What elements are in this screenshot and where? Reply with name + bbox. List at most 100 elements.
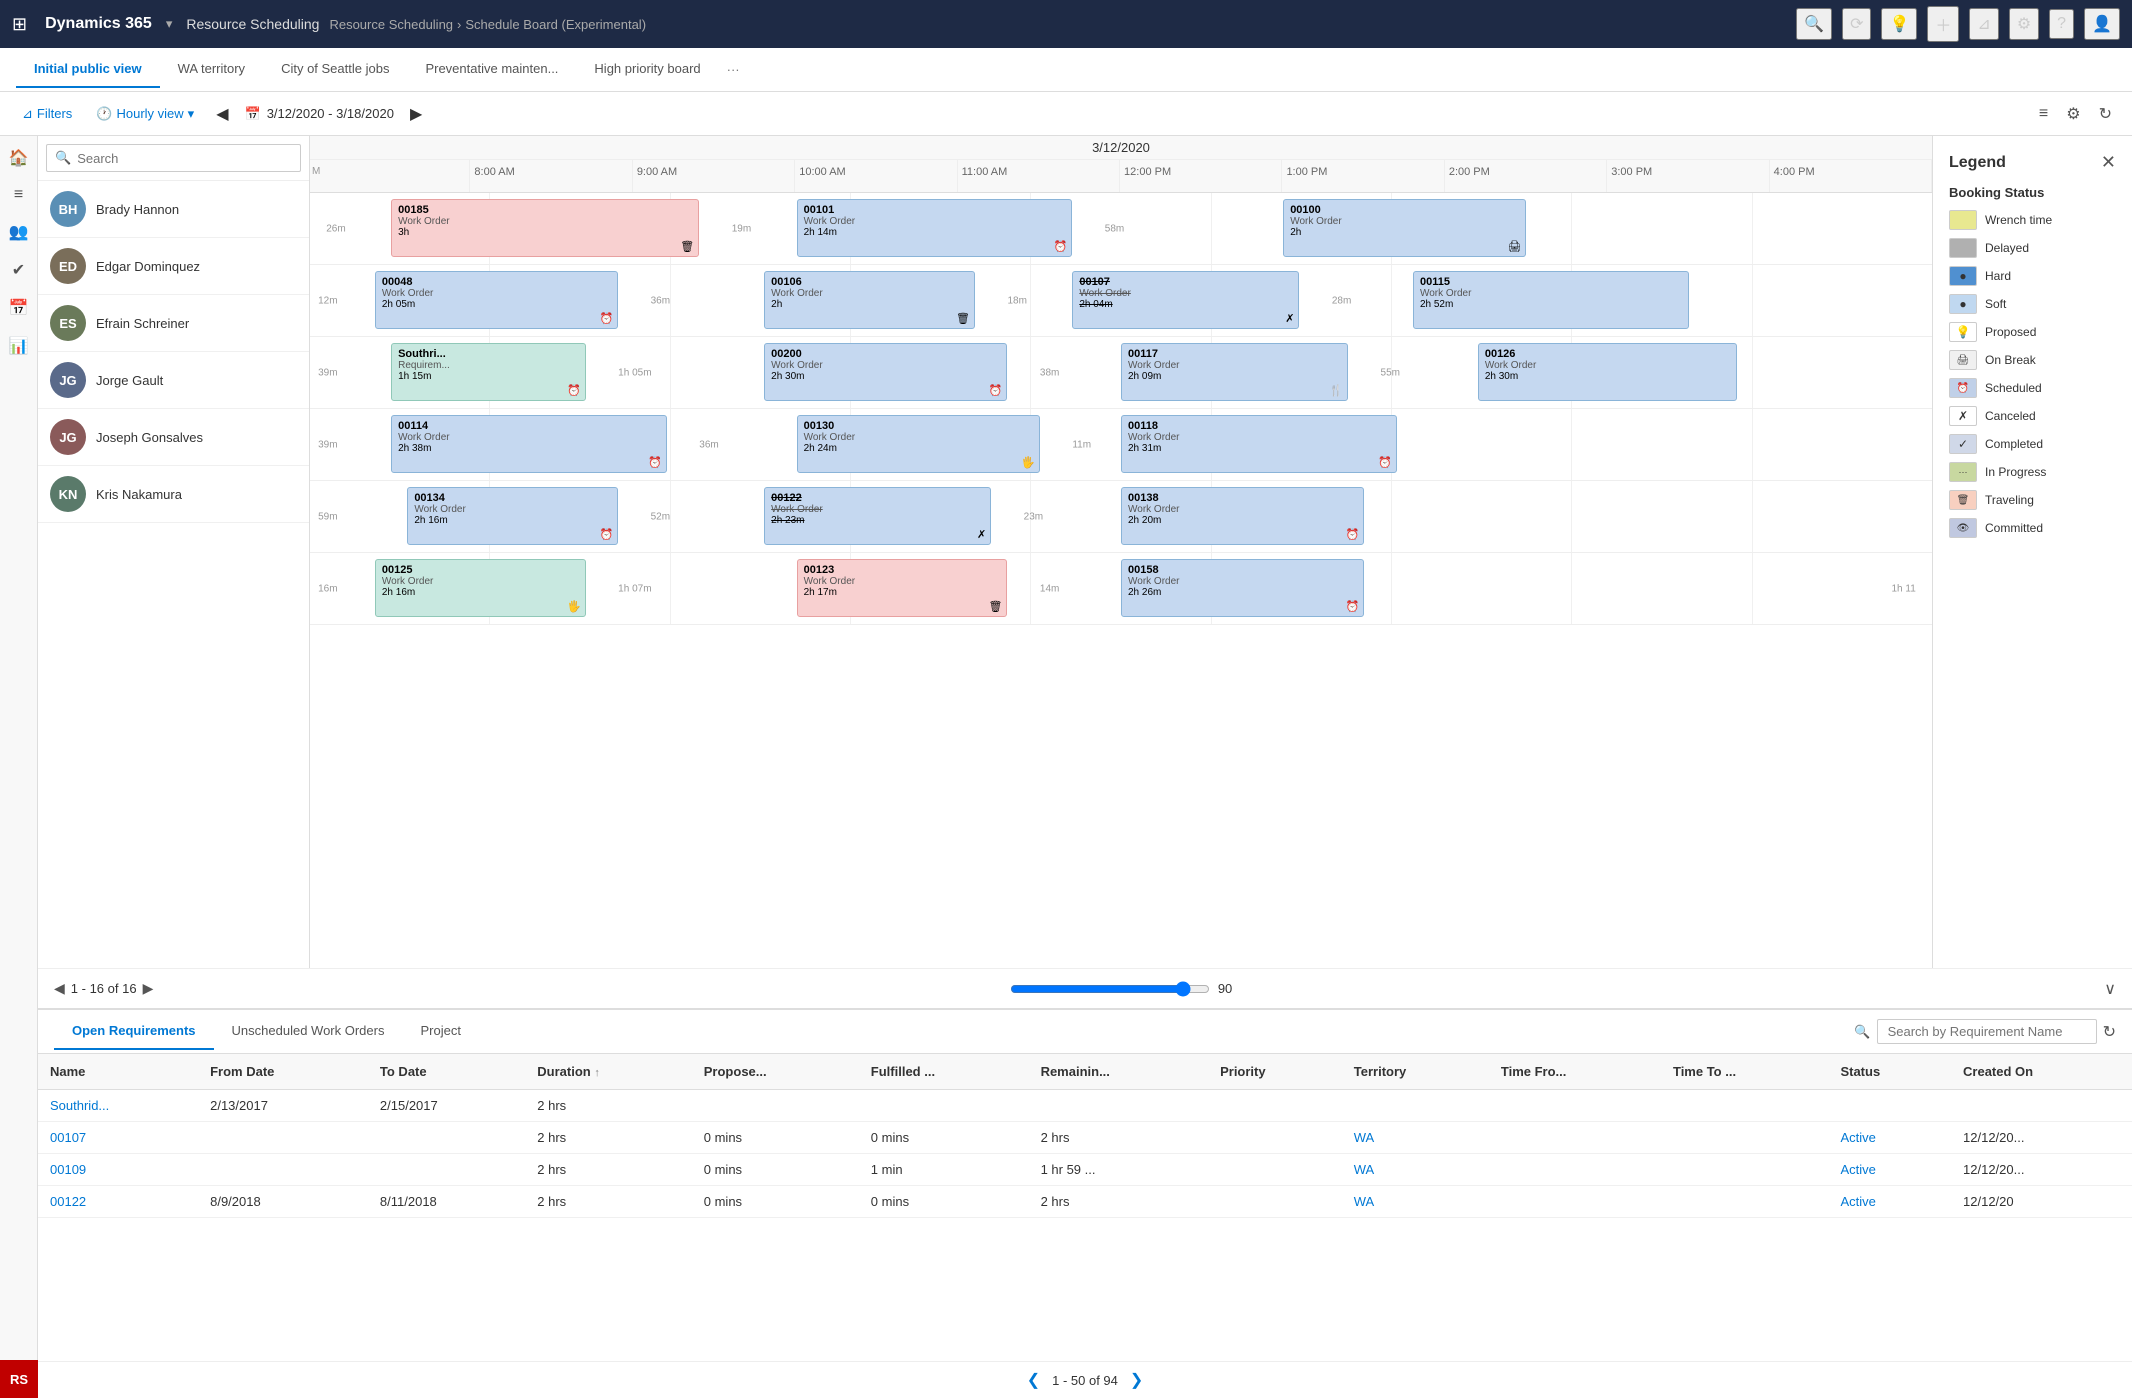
- link-status-1[interactable]: Active: [1840, 1130, 1875, 1145]
- legend-item-hard: ● Hard: [1949, 266, 2116, 286]
- req-tab-project[interactable]: Project: [402, 1013, 478, 1050]
- link-wa-3[interactable]: WA: [1354, 1194, 1374, 1209]
- layout-button[interactable]: ≡: [2035, 101, 2052, 127]
- booking-00118[interactable]: 00118 Work Order 2h 31m ⏰: [1121, 415, 1397, 473]
- sidebar-home-icon[interactable]: 🏠: [5, 144, 33, 172]
- link-00107[interactable]: 00107: [50, 1130, 86, 1145]
- legend-panel: Legend ✕ Booking Status Wrench time Dela…: [1932, 136, 2132, 968]
- bottom-next-button[interactable]: ❯: [1130, 1370, 1143, 1390]
- link-status-2[interactable]: Active: [1840, 1162, 1875, 1177]
- cell-to-0: 2/15/2017: [368, 1090, 525, 1122]
- zoom-slider[interactable]: [1010, 981, 1210, 997]
- main-layout: 🏠 ≡ 👥 ✔ 📅 📊 🔍 BH Brady Hannon: [0, 136, 2132, 1398]
- help-icon-btn[interactable]: ?: [2049, 9, 2074, 39]
- link-wa-2[interactable]: WA: [1354, 1162, 1374, 1177]
- recent-icon-btn[interactable]: ⟳: [1842, 8, 1871, 40]
- req-search-input[interactable]: [1877, 1019, 2097, 1044]
- avatar-efrain: ES: [50, 305, 86, 341]
- link-00109[interactable]: 00109: [50, 1162, 86, 1177]
- booking-00117[interactable]: 00117 Work Order 2h 09m 🍴: [1121, 343, 1348, 401]
- tab-high-priority[interactable]: High priority board: [576, 51, 718, 88]
- booking-type: Work Order: [398, 216, 692, 227]
- sidebar-list-icon[interactable]: ≡: [10, 182, 27, 208]
- more-tabs-icon[interactable]: ···: [719, 54, 748, 85]
- sidebar-people-icon[interactable]: 👥: [5, 218, 33, 246]
- refresh-button[interactable]: ↻: [2095, 100, 2116, 128]
- brand-name: Dynamics 365: [45, 15, 152, 33]
- filter-icon-btn[interactable]: ⊿: [1969, 8, 1998, 40]
- link-wa-1[interactable]: WA: [1354, 1130, 1374, 1145]
- cell-name-1: 00107: [38, 1122, 198, 1154]
- booking-00185[interactable]: 00185 Work Order 3h 🗑: [391, 199, 699, 257]
- resource-item-kris[interactable]: KN Kris Nakamura: [38, 466, 309, 523]
- booking-00101[interactable]: 00101 Work Order 2h 14m ⏰: [797, 199, 1073, 257]
- time-slot-8am: 8:00 AM: [470, 160, 632, 192]
- cell-prop-1: 0 mins: [692, 1122, 859, 1154]
- col-duration[interactable]: Duration ↑: [525, 1054, 691, 1090]
- resource-item-edgar[interactable]: ED Edgar Dominquez: [38, 238, 309, 295]
- search-icon-btn[interactable]: 🔍: [1796, 8, 1832, 40]
- booking-00125[interactable]: 00125 Work Order 2h 16m 🖐: [375, 559, 586, 617]
- bottom-prev-button[interactable]: ❮: [1027, 1370, 1040, 1390]
- legend-close-button[interactable]: ✕: [2101, 152, 2116, 173]
- booking-00048[interactable]: 00048 Work Order 2h 05m ⏰: [375, 271, 618, 329]
- calendar-area: 3/12/2020 M 8:00 AM 9:00 AM 10:00 AM 11:…: [310, 136, 1932, 968]
- booking-00123[interactable]: 00123 Work Order 2h 17m 🗑: [797, 559, 1008, 617]
- booking-00130[interactable]: 00130 Work Order 2h 24m 🖐: [797, 415, 1040, 473]
- booking-southri[interactable]: Southri... Requirem... 1h 15m ⏰: [391, 343, 586, 401]
- tab-initial-public-view[interactable]: Initial public view: [16, 51, 160, 88]
- breadcrumb: Resource Scheduling › Schedule Board (Ex…: [329, 17, 646, 32]
- date-range-button[interactable]: 📅 3/12/2020 - 3/18/2020: [245, 106, 394, 122]
- waffle-icon[interactable]: ⊞: [12, 14, 27, 35]
- search-input[interactable]: [77, 151, 292, 166]
- time-slot-4pm: 4:00 PM: [1770, 160, 1932, 192]
- sidebar-calendar-icon[interactable]: 📅: [5, 294, 33, 322]
- resource-item-brady[interactable]: BH Brady Hannon: [38, 181, 309, 238]
- hourly-view-button[interactable]: 🕐 Hourly view ▾: [90, 102, 200, 126]
- filters-button[interactable]: ⊿ Filters: [16, 102, 78, 126]
- settings-icon-btn[interactable]: ⚙: [2009, 8, 2039, 40]
- next-page-button[interactable]: ▶: [143, 980, 154, 997]
- resource-item-joseph[interactable]: JG Joseph Gonsalves: [38, 409, 309, 466]
- booking-00138[interactable]: 00138 Work Order 2h 20m ⏰: [1121, 487, 1364, 545]
- tab-city-seattle[interactable]: City of Seattle jobs: [263, 51, 407, 88]
- tab-wa-territory[interactable]: WA territory: [160, 51, 263, 88]
- requirements-area: Open Requirements Unscheduled Work Order…: [38, 1008, 2132, 1398]
- resource-item-efrain[interactable]: ES Efrain Schreiner: [38, 295, 309, 352]
- req-tab-unscheduled[interactable]: Unscheduled Work Orders: [214, 1013, 403, 1050]
- req-refresh-button[interactable]: ↻: [2103, 1022, 2116, 1042]
- booking-00115[interactable]: 00115 Work Order 2h 52m: [1413, 271, 1689, 329]
- link-southrid[interactable]: Southrid...: [50, 1098, 109, 1113]
- booking-00200[interactable]: 00200 Work Order 2h 30m ⏰: [764, 343, 1007, 401]
- booking-00158[interactable]: 00158 Work Order 2h 26m ⏰: [1121, 559, 1364, 617]
- link-00122[interactable]: 00122: [50, 1194, 86, 1209]
- resource-list: 🔍 BH Brady Hannon ED Edgar Dominquez ES …: [38, 136, 310, 968]
- sidebar-tasks-icon[interactable]: ✔: [8, 256, 29, 284]
- link-status-3[interactable]: Active: [1840, 1194, 1875, 1209]
- user-icon-btn[interactable]: 👤: [2084, 8, 2120, 40]
- cell-ful-1: 0 mins: [859, 1122, 1029, 1154]
- booking-00122[interactable]: 00122 Work Order 2h 23m ✗: [764, 487, 991, 545]
- legend-swatch-soft: ●: [1949, 294, 1977, 314]
- prev-date-button[interactable]: ◀: [212, 102, 232, 126]
- board-settings-button[interactable]: ⚙: [2062, 100, 2084, 128]
- booking-00107[interactable]: 00107 Work Order 2h 04m ✗: [1072, 271, 1299, 329]
- sidebar-chart-icon[interactable]: 📊: [5, 332, 33, 360]
- booking-00106[interactable]: 00106 Work Order 2h 🗑: [764, 271, 975, 329]
- prev-page-button[interactable]: ◀: [54, 980, 65, 997]
- lightbulb-icon-btn[interactable]: 💡: [1881, 8, 1917, 40]
- booking-00134[interactable]: 00134 Work Order 2h 16m ⏰: [407, 487, 618, 545]
- booking-00126[interactable]: 00126 Work Order 2h 30m: [1478, 343, 1738, 401]
- req-tab-open[interactable]: Open Requirements: [54, 1013, 214, 1050]
- user-badge[interactable]: RS: [0, 1360, 38, 1398]
- resource-item-jorge[interactable]: JG Jorge Gault: [38, 352, 309, 409]
- tab-preventative[interactable]: Preventative mainten...: [407, 51, 576, 88]
- cell-cre-3: 12/12/20: [1951, 1186, 2132, 1218]
- booking-00114[interactable]: 00114 Work Order 2h 38m ⏰: [391, 415, 667, 473]
- resource-name-jorge: Jorge Gault: [96, 373, 163, 388]
- add-icon-btn[interactable]: ＋: [1927, 6, 1959, 42]
- cell-cre-0: [1951, 1090, 2132, 1122]
- expand-button[interactable]: ∨: [2104, 979, 2116, 999]
- booking-00100[interactable]: 00100 Work Order 2h 🖨: [1283, 199, 1526, 257]
- next-date-button[interactable]: ▶: [406, 102, 426, 126]
